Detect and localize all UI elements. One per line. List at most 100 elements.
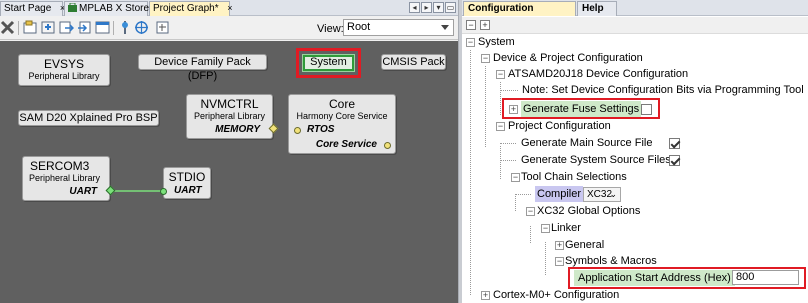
tab-mplab-x-store[interactable]: MPLAB X Store × — [64, 1, 163, 16]
cmsis-node[interactable]: CMSIS Pack — [381, 54, 446, 70]
tree-guide — [500, 160, 516, 161]
tree-item-device-config-label: ATSAMD20J18 Device Configuration — [508, 68, 689, 80]
scroll-right-icon[interactable]: ▸ — [421, 2, 432, 13]
expand-icon[interactable]: + — [481, 291, 490, 300]
rtos-port-circle[interactable] — [294, 127, 301, 134]
export-icon[interactable] — [59, 20, 74, 35]
tree-guide — [500, 90, 518, 91]
tree-guide — [515, 194, 516, 211]
tree-item-linker[interactable]: Linker — [551, 220, 581, 236]
configuration-options-pane: Configuration Options* × Help − + − Syst… — [462, 0, 808, 303]
bsp-title: SAM D20 Xplained Pro BSP — [19, 112, 158, 124]
stdio-port-label: UART — [174, 185, 202, 196]
collapse-icon[interactable]: − — [526, 207, 535, 216]
tree-item-gen-main-label: Generate Main Source File — [521, 137, 653, 149]
expand-icon[interactable]: + — [509, 105, 518, 114]
tree-item-generate-fuse[interactable]: Generate Fuse Settings — [521, 101, 642, 117]
add-component-icon[interactable] — [41, 20, 56, 35]
tree-item-project-config-label: Project Configuration — [508, 120, 611, 132]
sercom3-title: SERCOM3 — [30, 159, 90, 173]
collapse-icon[interactable]: − — [466, 38, 475, 47]
collapse-all-icon[interactable]: − — [466, 20, 476, 30]
tree-item-linker-label: Linker — [551, 222, 581, 234]
collapse-icon[interactable]: − — [555, 257, 564, 266]
tree-item-compiler-label: Compiler — [537, 188, 582, 200]
compiler-select-value: XC32 — [587, 189, 613, 200]
graph-toolbar: View: Root — [0, 17, 458, 40]
scroll-left-icon[interactable]: ◂ — [409, 2, 420, 13]
project-graph-canvas[interactable]: EVSYS Peripheral Library Device Family P… — [0, 41, 458, 303]
expand-icon[interactable]: + — [555, 241, 564, 250]
tree-item-gen-main[interactable]: Generate Main Source File — [521, 135, 652, 151]
sercom3-node[interactable]: SERCOM3 Peripheral Library UART — [22, 156, 116, 201]
bsp-node[interactable]: SAM D20 Xplained Pro BSP — [18, 110, 159, 126]
sercom3-port-label: UART — [69, 186, 97, 197]
tree-item-symbols-label: Symbols & Macros — [565, 255, 657, 267]
pin-icon[interactable] — [118, 20, 133, 35]
collapse-icon[interactable]: − — [541, 224, 550, 233]
collapse-icon[interactable]: − — [496, 122, 505, 131]
tree-guide — [500, 146, 501, 179]
dfp-node[interactable]: Device Family Pack (DFP) — [138, 54, 267, 82]
collapse-icon[interactable]: − — [496, 70, 505, 79]
editor-tabbar: Start Page × MPLAB X Store × Project Gra… — [0, 0, 458, 16]
tree-item-toolchain[interactable]: Tool Chain Selections — [521, 169, 627, 185]
import-icon[interactable] — [77, 20, 92, 35]
store-icon — [68, 3, 77, 12]
core-title: Core — [328, 97, 355, 111]
tree-item-device-project-config[interactable]: Device & Project Configuration — [493, 50, 643, 66]
tree-item-general-label: General — [565, 239, 605, 251]
stdio-title: STDIO — [168, 170, 206, 184]
core-service-port-circle[interactable] — [384, 142, 391, 149]
tree-item-note: Note: Set Device Configuration Bits via … — [522, 82, 804, 98]
tree-item-system[interactable]: System — [478, 34, 515, 50]
collapse-icon[interactable]: − — [511, 173, 520, 182]
config-tabbar: Configuration Options* × Help — [462, 0, 808, 29]
tree-item-app-start[interactable]: Application Start Address (Hex) — [574, 270, 735, 286]
tree-item-toolchain-label: Tool Chain Selections — [521, 171, 627, 183]
new-group-icon[interactable] — [23, 20, 38, 35]
tree-item-compiler[interactable]: Compiler — [535, 186, 584, 202]
generate-fuse-checkbox[interactable] — [641, 104, 652, 115]
nvmctrl-title: NVMCTRL — [200, 97, 259, 111]
tree-guide — [500, 143, 516, 144]
gen-main-checkbox[interactable] — [669, 138, 680, 149]
maximize-icon[interactable]: ▭ — [445, 2, 456, 13]
tab-project-graph[interactable]: Project Graph* × — [149, 1, 233, 16]
tab-help[interactable]: Help — [577, 1, 617, 16]
view-label: View: — [317, 23, 344, 35]
zoom-fit-icon[interactable] — [155, 20, 170, 35]
tree-item-cortex[interactable]: Cortex-M0+ Configuration — [493, 287, 619, 303]
view-select[interactable]: Root — [343, 19, 454, 36]
tree-item-app-start-label: Application Start Address (Hex) — [578, 272, 731, 284]
delete-icon[interactable] — [0, 20, 15, 35]
view-select-value: Root — [347, 21, 371, 33]
tree-item-project-config[interactable]: Project Configuration — [508, 118, 611, 134]
cmsis-title: CMSIS Pack — [382, 56, 445, 68]
app-start-input[interactable]: 800 — [732, 270, 799, 285]
stdio-node[interactable]: STDIO UART — [160, 167, 211, 199]
window-icon[interactable] — [95, 20, 110, 35]
tab-configuration-options[interactable]: Configuration Options* × — [463, 1, 576, 29]
gen-system-checkbox[interactable] — [669, 155, 680, 166]
expand-all-icon[interactable]: + — [480, 20, 490, 30]
app-start-input-value: 800 — [736, 271, 755, 283]
system-node[interactable]: System — [302, 54, 355, 72]
nvmctrl-node[interactable]: NVMCTRL Peripheral Library MEMORY — [186, 94, 279, 139]
tree-item-xc32-options-label: XC32 Global Options — [537, 205, 641, 217]
tree-item-xc32-options[interactable]: XC32 Global Options — [537, 203, 640, 219]
tab-start-page[interactable]: Start Page × — [0, 1, 65, 16]
stdio-uart-port[interactable] — [160, 188, 167, 195]
core-subtitle: Harmony Core Service — [296, 111, 388, 121]
auto-arrange-icon[interactable] — [134, 20, 149, 35]
tree-item-general[interactable]: General — [565, 237, 604, 253]
tree-item-device-config[interactable]: ATSAMD20J18 Device Configuration — [508, 66, 688, 82]
collapse-icon[interactable]: − — [481, 54, 490, 63]
tree-item-gen-system[interactable]: Generate System Source Files — [521, 152, 671, 168]
close-icon[interactable]: × — [225, 4, 234, 13]
compiler-select[interactable]: XC32 ⌄ — [583, 187, 621, 202]
tab-list-icon[interactable]: ▾ — [433, 2, 444, 13]
evsys-node[interactable]: EVSYS Peripheral Library — [18, 54, 110, 86]
core-node[interactable]: Core Harmony Core Service RTOS Core Serv… — [288, 94, 396, 154]
toolbar-separator — [113, 21, 114, 35]
